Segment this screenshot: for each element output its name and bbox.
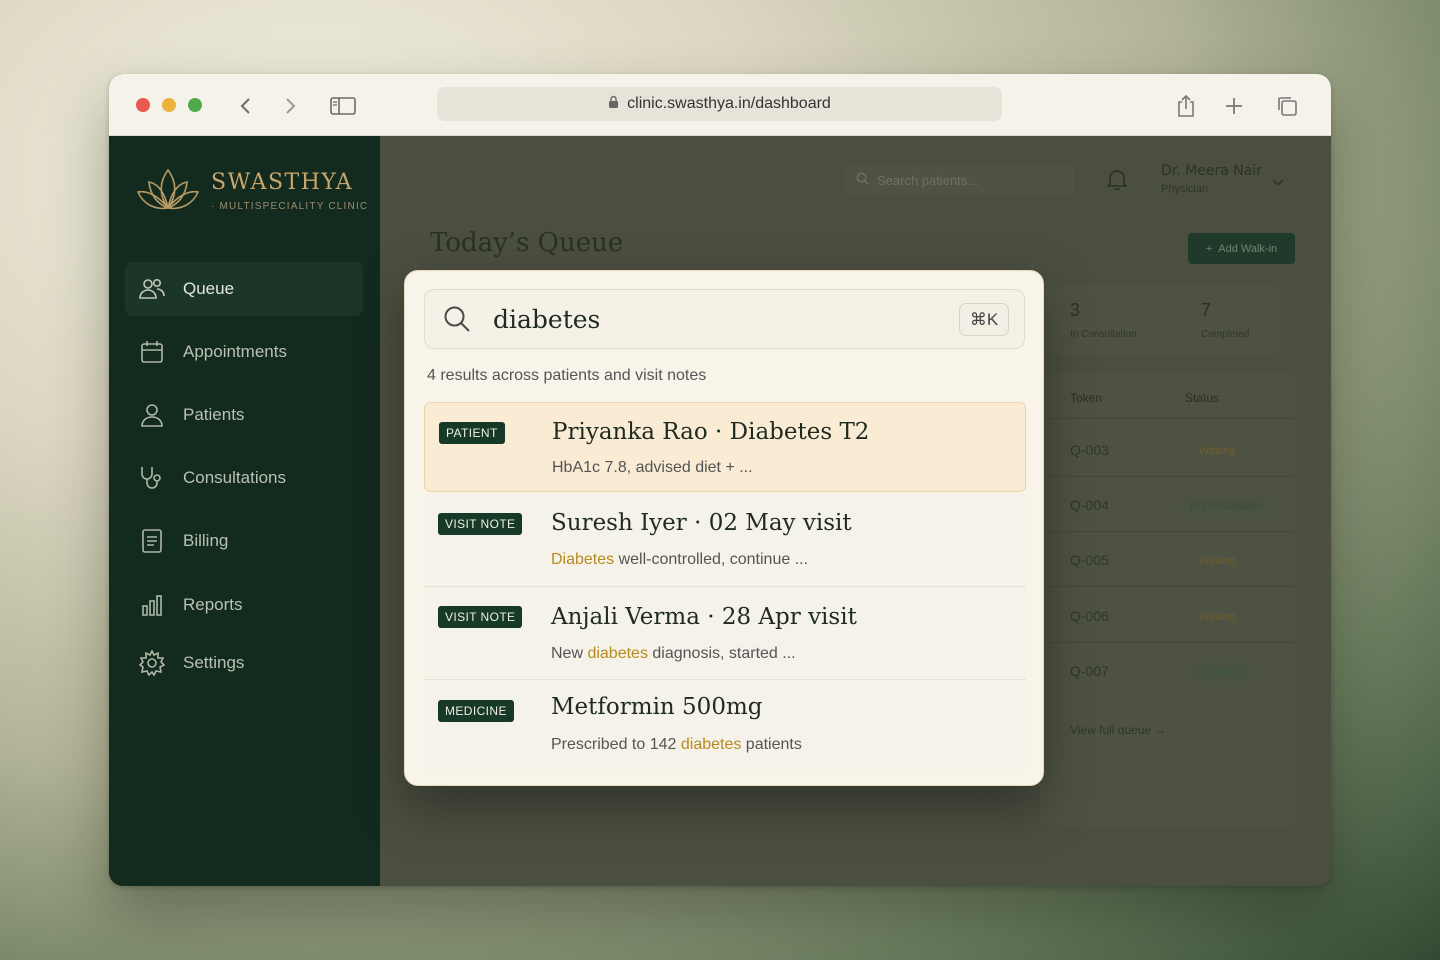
sidebar-item-consultations[interactable]: Consultations <box>125 451 363 505</box>
maximize-window-button[interactable] <box>188 98 202 112</box>
status-badge: Waiting <box>1199 555 1236 567</box>
gear-icon <box>139 650 165 676</box>
add-walkin-button[interactable]: + Add Walk-in <box>1188 233 1295 264</box>
calendar-icon <box>139 339 165 365</box>
bar-chart-icon <box>139 592 165 618</box>
plus-icon: + <box>1205 242 1213 255</box>
sidebar-toggle-icon[interactable] <box>330 93 356 119</box>
results-summary: 4 results across patients and visit note… <box>427 367 707 384</box>
view-full-label: View full queue <box>1070 723 1152 737</box>
status-badge: Waiting <box>1199 611 1236 623</box>
search-result[interactable]: VISIT NOTE Anjali Verma · 28 Apr visit N… <box>424 586 1026 679</box>
result-type-badge: MEDICINE <box>438 700 514 722</box>
chevron-down-icon[interactable] <box>1272 174 1284 192</box>
search-icon <box>443 305 471 338</box>
shortcut-badge: ⌘K <box>959 303 1009 336</box>
table-row-token[interactable]: Q-003 <box>1070 442 1109 458</box>
user-name[interactable]: Dr. Meera Nair <box>1161 163 1262 179</box>
sidebar-item-settings[interactable]: Settings <box>125 636 363 690</box>
table-row-token[interactable]: Q-005 <box>1070 552 1109 568</box>
sidebar-item-label: Consultations <box>183 468 287 487</box>
result-snippet: New diabetes diagnosis, started ... <box>551 645 796 662</box>
divider <box>1040 586 1295 587</box>
table-header-status: Status <box>1185 391 1220 405</box>
user-icon <box>139 402 165 428</box>
search-modal: ⌘K 4 results across patients and visit n… <box>404 270 1044 786</box>
result-snippet: Prescribed to 142 diabetes patients <box>551 736 802 753</box>
result-title: Suresh Iyer · 02 May visit <box>551 510 852 536</box>
sidebar-item-label: Appointments <box>183 342 287 361</box>
result-snippet: Diabetes well-controlled, continue ... <box>551 551 809 568</box>
stat-value: 3 <box>1070 300 1081 320</box>
stat-label: In Consultation <box>1070 329 1137 340</box>
url-text: clinic.swasthya.in/dashboard <box>627 95 831 112</box>
brand-name: SWASTHYA <box>211 170 354 195</box>
user-role: Physician <box>1161 183 1209 195</box>
arrow-right-icon: → <box>1154 723 1167 737</box>
divider <box>1040 531 1295 532</box>
share-icon[interactable] <box>1173 93 1199 119</box>
sidebar-item-reports[interactable]: Reports <box>125 578 363 632</box>
users-icon <box>139 276 165 302</box>
divider <box>1040 476 1295 477</box>
status-badge: In Consultation <box>1182 497 1272 515</box>
address-bar[interactable]: clinic.swasthya.in/dashboard <box>437 87 1002 121</box>
sidebar-item-queue[interactable]: Queue <box>125 262 363 316</box>
search-result[interactable]: VISIT NOTE Suresh Iyer · 02 May visit Di… <box>424 494 1026 587</box>
table-row-token[interactable]: Q-006 <box>1070 608 1109 624</box>
stat-label: Completed <box>1201 329 1250 340</box>
result-title: Metformin 500mg <box>551 694 763 720</box>
result-title: Anjali Verma · 28 Apr visit <box>551 604 857 630</box>
divider <box>1040 418 1295 419</box>
lock-icon <box>608 95 619 114</box>
result-type-badge: VISIT NOTE <box>438 606 523 628</box>
table-row-token[interactable]: Q-007 <box>1070 663 1109 679</box>
sidebar-item-label: Billing <box>183 531 229 550</box>
stethoscope-icon <box>139 465 165 491</box>
search-result[interactable]: MEDICINE Metformin 500mg Prescribed to 1… <box>424 679 1026 770</box>
table-header-token: Token <box>1070 391 1103 405</box>
search-icon <box>856 172 869 188</box>
table-row-token[interactable]: Q-004 <box>1070 497 1109 513</box>
search-result[interactable]: PATIENT Priyanka Rao · Diabetes T2 HbA1c… <box>424 402 1026 492</box>
minimize-window-button[interactable] <box>162 98 176 112</box>
forward-icon[interactable] <box>278 93 304 119</box>
add-walkin-label: Add Walk-in <box>1218 242 1278 255</box>
status-badge: Completed <box>1186 663 1256 681</box>
divider <box>1040 642 1295 643</box>
brand-tagline: · MULTISPECIALITY CLINIC <box>211 201 369 212</box>
close-window-button[interactable] <box>136 98 150 112</box>
result-title: Priyanka Rao · Diabetes T2 <box>552 419 870 445</box>
view-full-queue-link[interactable]: View full queue → <box>1070 723 1167 737</box>
brand-logo: SWASTHYA · MULTISPECIALITY CLINIC <box>135 164 368 219</box>
sidebar-item-label: Patients <box>183 405 245 424</box>
search-field[interactable]: ⌘K <box>424 289 1025 349</box>
browser-toolbar: clinic.swasthya.in/dashboard <box>109 74 1331 136</box>
document-icon <box>139 528 165 554</box>
sidebar-item-appointments[interactable]: Appointments <box>125 325 363 379</box>
lotus-icon <box>135 164 201 219</box>
new-tab-icon[interactable] <box>1221 93 1247 119</box>
tabs-overview-icon[interactable] <box>1274 93 1300 119</box>
header-search[interactable]: Search patients... <box>844 164 1074 196</box>
status-badge: Waiting <box>1199 445 1236 457</box>
sidebar-item-billing[interactable]: Billing <box>125 514 363 568</box>
result-snippet: HbA1c 7.8, advised diet + ... <box>552 459 753 476</box>
result-type-badge: VISIT NOTE <box>438 513 523 535</box>
page-title: Today’s Queue <box>430 228 624 258</box>
sidebar-item-label: Reports <box>183 595 243 614</box>
sidebar-item-label: Settings <box>183 653 245 672</box>
back-icon[interactable] <box>232 93 258 119</box>
search-input[interactable] <box>493 302 933 336</box>
result-type-badge: PATIENT <box>439 422 505 444</box>
sidebar-item-patients[interactable]: Patients <box>125 388 363 442</box>
sidebar-item-label: Queue <box>183 279 235 298</box>
stat-value: 7 <box>1201 300 1212 320</box>
bell-icon[interactable] <box>1106 168 1128 195</box>
sidebar: SWASTHYA · MULTISPECIALITY CLINIC Queue … <box>109 136 380 886</box>
header-search-placeholder: Search patients... <box>877 172 979 188</box>
